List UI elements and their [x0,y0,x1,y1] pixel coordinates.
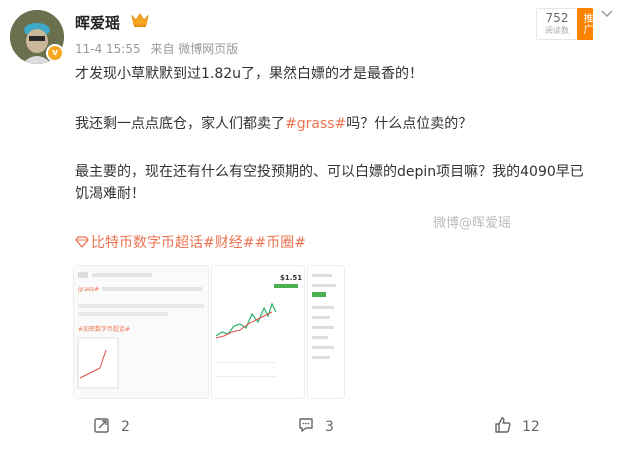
image-2-price: $1.51 [280,274,302,282]
chevron-down-icon[interactable] [601,10,613,18]
post-source: 来自 微博网页版 [150,42,239,56]
diamond-icon [75,236,89,248]
repost-button[interactable]: 2 [93,416,130,435]
post-text-line-2: 我还剩一点点底仓，家人们都卖了#grass#吗？什么点位卖的？ [75,116,473,132]
promote-button[interactable]: 推广 [577,8,593,40]
comment-button[interactable]: 3 [297,416,334,435]
like-button[interactable]: 12 [494,416,540,435]
image-1-tag: grass# [78,286,99,293]
post-image-1[interactable]: grass# #加密数字币超话# [73,265,209,399]
verified-badge-icon: v [46,44,64,62]
views-count: 752 [545,11,569,25]
repost-count: 2 [121,419,130,435]
post-image-3[interactable] [307,265,345,399]
post-text-line-4: 饥渴难耐！ [75,186,145,202]
post-image-2[interactable]: $1.51 [211,265,305,399]
watermark: 微博@晖爱瑶 [433,216,512,231]
post-time[interactable]: 11-4 15:55 [75,42,141,56]
topic-link-grass[interactable]: #grass# [285,116,346,132]
like-count: 12 [522,419,540,435]
post-text-line-3: 最主要的，现在还有什么有空投预期的、可以白嫖的depin项目嘛？我的4090早已 [75,164,584,180]
views-label: 阅读数 [545,26,569,35]
topic-links[interactable]: 比特币数字币超话#财经##币圈# [75,232,306,252]
author-name[interactable]: 晖爱瑶 [75,12,120,33]
post-meta: 11-4 15:55 来自 微博网页版 [75,40,244,57]
repost-icon [94,418,109,433]
views-counter: 752 阅读数 [536,8,578,40]
post-text-line-1: 才发现小草默默到过1.82u了，果然白嫖的才是最香的！ [75,66,424,82]
image-1-link: #加密数字币超话# [78,325,130,333]
thumbs-up-icon [495,417,511,433]
comment-icon [299,418,313,432]
vip-crown-icon [131,13,149,27]
comment-count: 3 [325,419,334,435]
